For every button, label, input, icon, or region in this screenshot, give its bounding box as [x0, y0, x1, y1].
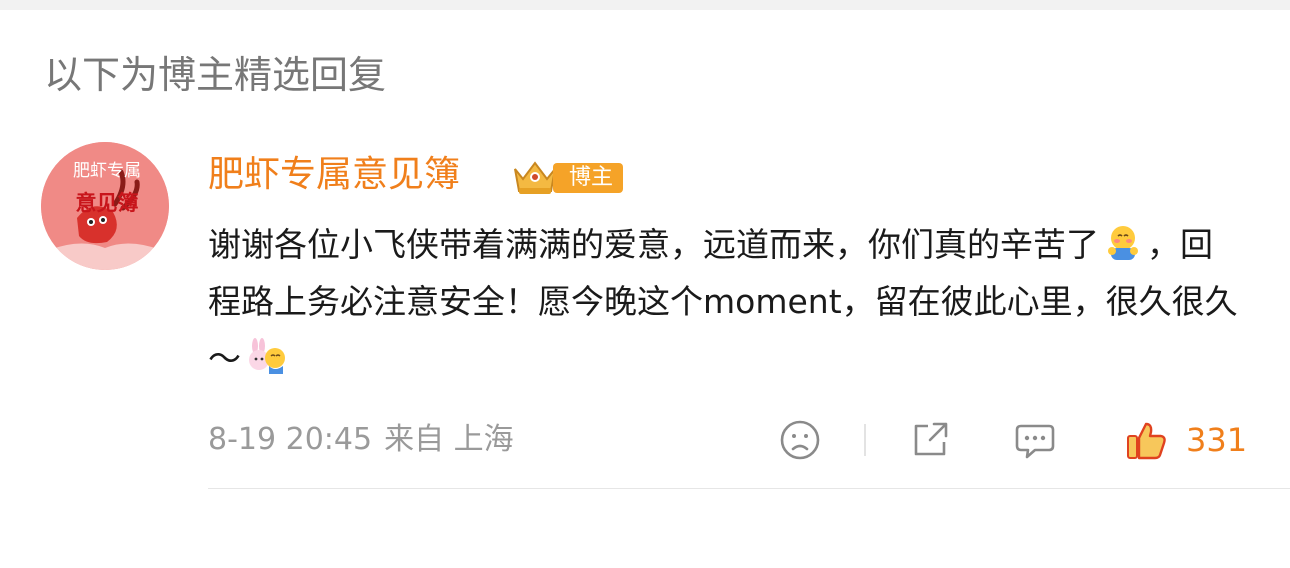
comment-meta: 8-19 20:45 来自 上海: [208, 418, 514, 462]
thumbs-up-icon[interactable]: [1124, 418, 1168, 462]
comment-text: 谢谢各位小飞侠带着满满的爱意，远道而来，你们真的辛苦了 ，回程路上务必注意安全！…: [208, 216, 1238, 387]
like-count[interactable]: 331: [1186, 418, 1247, 462]
username[interactable]: 肥虾专属意见簿: [208, 150, 460, 200]
top-background-strip: [0, 0, 1290, 10]
section-title: 以下为博主精选回复: [44, 53, 387, 97]
frown-face-icon[interactable]: [778, 418, 822, 462]
comment-divider: [208, 488, 1290, 489]
comment-icon[interactable]: [1013, 418, 1057, 462]
avatar-text-line1: 肥虾专属: [73, 161, 141, 180]
comment-text-part1: 谢谢各位小飞侠带着满满的爱意，远道而来，你们真的辛苦了: [208, 225, 1099, 264]
badge-label: 博主: [553, 163, 624, 193]
timestamp: 8-19 20:45: [208, 422, 373, 457]
avatar[interactable]: 肥虾专属 意见簿: [41, 142, 169, 270]
blogger-badge: 博主: [509, 157, 624, 197]
post-source: 来自 上海: [384, 422, 514, 457]
rabbit-hug-emoji-icon: [245, 338, 285, 376]
blushing-shy-emoji-icon: [1103, 224, 1143, 262]
share-icon[interactable]: [908, 418, 952, 462]
action-separator: [864, 424, 866, 456]
avatar-text-line2: 意见簿: [76, 191, 139, 215]
